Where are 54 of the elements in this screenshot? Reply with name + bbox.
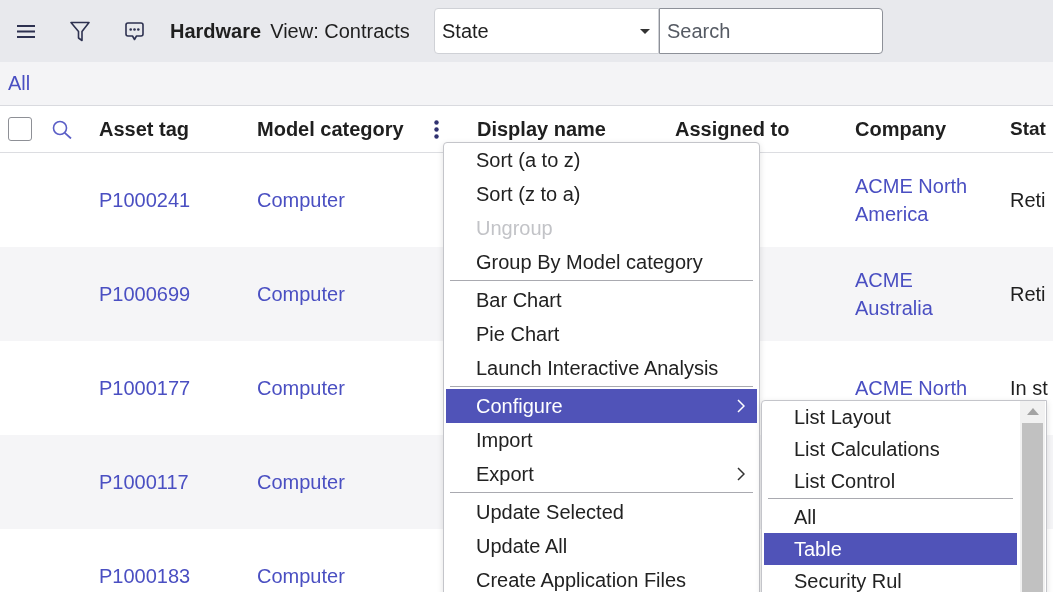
- column-header[interactable]: Model category: [257, 118, 404, 140]
- menu-item[interactable]: Configure: [446, 389, 757, 423]
- column-header[interactable]: Asset tag: [99, 118, 190, 140]
- menu-item[interactable]: Group By Model category: [446, 245, 757, 279]
- column-header[interactable]: Stat: [1010, 118, 1046, 140]
- filter-icon[interactable]: [70, 20, 90, 42]
- category-link[interactable]: Computer: [257, 565, 345, 587]
- asset-tag-link[interactable]: P1000117: [99, 471, 189, 493]
- scrollbar-track[interactable]: [1020, 401, 1045, 592]
- column-header[interactable]: Company: [855, 118, 947, 140]
- vertical-dots-icon[interactable]: [434, 119, 439, 139]
- select-all-checkbox[interactable]: [8, 117, 32, 141]
- caret-icon: [640, 28, 650, 34]
- company-link[interactable]: ACME North: [855, 374, 968, 402]
- category-link[interactable]: Computer: [257, 471, 345, 493]
- asset-tag-link[interactable]: P1000177: [99, 377, 191, 399]
- chat-bubble-icon[interactable]: [125, 21, 144, 41]
- state-text: In st: [1010, 377, 1048, 399]
- search-icon[interactable]: [52, 119, 72, 139]
- menu-item[interactable]: Export: [446, 457, 757, 491]
- menu-item[interactable]: Import: [446, 423, 757, 457]
- menu-item[interactable]: List Layout: [764, 401, 1017, 433]
- menu-item[interactable]: All: [764, 501, 1017, 533]
- menu-item[interactable]: Bar Chart: [446, 283, 757, 317]
- category-link[interactable]: Computer: [257, 283, 345, 305]
- menu-item[interactable]: Launch Interactive Analysis: [446, 351, 757, 385]
- category-link[interactable]: Computer: [257, 189, 345, 211]
- breadcrumb-link[interactable]: All: [8, 72, 31, 95]
- company-link[interactable]: ACME North America: [855, 172, 980, 228]
- asset-tag-link[interactable]: P1000241: [99, 189, 191, 211]
- menu-item[interactable]: Update Selected: [446, 495, 757, 529]
- state-text: Reti: [1010, 283, 1046, 305]
- search-field[interactable]: Search: [659, 8, 883, 54]
- list-title: Hardware: [170, 19, 262, 43]
- menu-item[interactable]: Sort (z to a): [446, 177, 757, 211]
- menu-item[interactable]: Sort (a to z): [446, 143, 757, 177]
- company-link[interactable]: ACME Australia: [855, 266, 980, 322]
- menu-item[interactable]: Pie Chart: [446, 317, 757, 351]
- menu-item[interactable]: Update All: [446, 529, 757, 563]
- field-select[interactable]: State: [434, 8, 659, 54]
- column-header[interactable]: Assigned to: [675, 118, 790, 140]
- menu-item[interactable]: Table: [764, 533, 1017, 565]
- state-text: Reti: [1010, 189, 1046, 211]
- menu-item[interactable]: Create Application Files: [446, 563, 757, 592]
- column-header[interactable]: Display name: [477, 118, 606, 140]
- menu-item[interactable]: List Control: [764, 465, 1017, 497]
- view-label: View: Contracts: [270, 19, 410, 43]
- scrollbar-thumb[interactable]: [1022, 423, 1043, 592]
- menu-icon[interactable]: [17, 24, 35, 38]
- menu-item[interactable]: List Calculations: [764, 433, 1017, 465]
- category-link[interactable]: Computer: [257, 377, 345, 399]
- menu-item[interactable]: Security Rul: [764, 565, 1017, 592]
- asset-tag-link[interactable]: P1000183: [99, 565, 191, 587]
- asset-tag-link[interactable]: P1000699: [99, 283, 191, 305]
